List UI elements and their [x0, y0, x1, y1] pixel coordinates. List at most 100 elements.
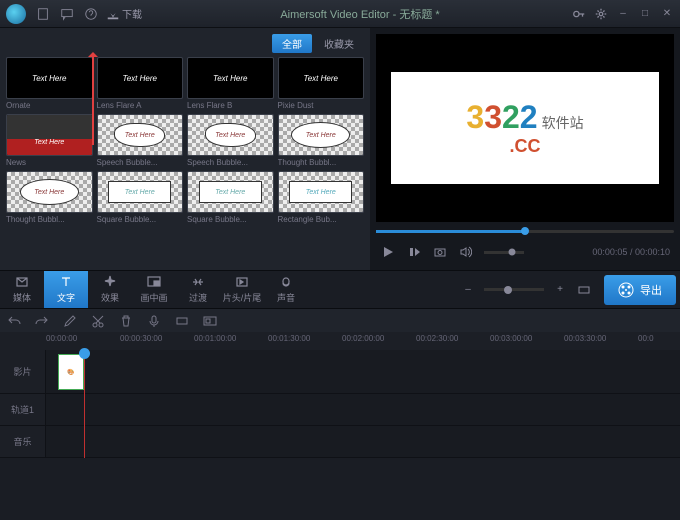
redo-icon[interactable]: [34, 313, 50, 329]
chat-icon[interactable]: [58, 5, 76, 23]
thumb-preview[interactable]: Text Here: [6, 114, 93, 156]
minimize-icon[interactable]: –: [616, 7, 630, 21]
thumb-item[interactable]: Text HereOrnate: [6, 57, 93, 110]
ruler-tick: 00:01:30:00: [268, 334, 310, 343]
time-display: 00:00:05 / 00:00:10: [592, 247, 670, 257]
thumb-item[interactable]: Text Here News: [6, 114, 93, 167]
aspect-icon[interactable]: [202, 313, 218, 329]
lib-tab-all[interactable]: 全部: [272, 34, 312, 53]
thumb-preview[interactable]: Text Here: [278, 171, 365, 213]
preview-panel: 3322软件站 .CC 00:00:05 / 00:00:10: [370, 28, 680, 270]
zoom-out-icon[interactable]: –: [460, 282, 476, 298]
category-label: 画中画: [140, 291, 167, 304]
thumb-item[interactable]: Text HereSquare Bubble...: [97, 171, 184, 224]
zoom-slider[interactable]: [484, 288, 544, 291]
thumb-item[interactable]: Text Here Speech Bubble...: [97, 114, 184, 167]
thumb-preview[interactable]: Text Here: [187, 171, 274, 213]
undo-icon[interactable]: [6, 313, 22, 329]
effect-icon: [103, 275, 117, 289]
thumb-preview[interactable]: Text Here: [6, 171, 93, 213]
volume-slider[interactable]: [484, 251, 524, 254]
pip-icon: [147, 275, 161, 289]
thumb-preview[interactable]: Text Here: [278, 114, 365, 156]
ruler-tick: 00:03:30:00: [564, 334, 606, 343]
download-label: 下载: [122, 6, 142, 21]
lib-tab-favorites[interactable]: 收藏夹: [314, 34, 364, 53]
library-tabs: 全部 收藏夹: [6, 34, 364, 53]
track-video[interactable]: 影片 🎨: [0, 350, 680, 394]
media-icon: [15, 275, 29, 289]
stop-button[interactable]: [406, 244, 422, 260]
thumb-item[interactable]: Text HereThought Bubbl...: [278, 114, 365, 167]
voiceover-icon[interactable]: [146, 313, 162, 329]
category-label: 文字: [57, 291, 75, 304]
thumb-item[interactable]: Text Here Thought Bubbl...: [6, 171, 93, 224]
category-intro[interactable]: 片头/片尾: [220, 271, 264, 308]
snapshot-button[interactable]: [432, 244, 448, 260]
track-1[interactable]: 轨道1: [0, 394, 680, 426]
delete-icon[interactable]: [118, 313, 134, 329]
category-audio[interactable]: 声音: [264, 271, 308, 308]
main-area: 全部 收藏夹 Text HereOrnateText HereLens Flar…: [0, 28, 680, 270]
cut-icon[interactable]: [90, 313, 106, 329]
thumb-preview[interactable]: Text Here: [97, 114, 184, 156]
timeline-ruler[interactable]: 00:00:0000:00:30:0000:01:00:0000:01:30:0…: [0, 332, 680, 350]
settings-icon[interactable]: [594, 7, 608, 21]
fit-icon[interactable]: [576, 282, 592, 298]
thumb-label: Lens Flare A: [97, 101, 184, 110]
video-clip[interactable]: 🎨: [58, 354, 84, 390]
video-viewport[interactable]: 3322软件站 .CC: [376, 34, 674, 222]
thumb-preview[interactable]: Text Here: [278, 57, 365, 99]
thumb-item[interactable]: Text Here Lens Flare B: [187, 57, 274, 110]
category-label: 声音: [277, 291, 295, 304]
volume-button[interactable]: [458, 244, 474, 260]
intro-icon: [235, 275, 249, 289]
thumb-preview[interactable]: Text Here: [97, 171, 184, 213]
thumb-item[interactable]: Text Here Square Bubble...: [187, 171, 274, 224]
ruler-tick: 00:02:30:00: [416, 334, 458, 343]
export-icon: [618, 282, 634, 298]
category-media[interactable]: 媒体: [0, 271, 44, 308]
text-icon: [59, 275, 73, 289]
maximize-icon[interactable]: □: [638, 7, 652, 21]
close-icon[interactable]: ✕: [660, 7, 674, 21]
ruler-tick: 00:00:30:00: [120, 334, 162, 343]
thumb-preview[interactable]: Text Here: [187, 114, 274, 156]
thumb-label: Square Bubble...: [187, 215, 274, 224]
crop-icon[interactable]: [174, 313, 190, 329]
category-pip[interactable]: 画中画: [132, 271, 176, 308]
play-button[interactable]: [380, 244, 396, 260]
category-text[interactable]: 文字: [44, 271, 88, 308]
thumb-preview[interactable]: Text Here: [6, 57, 93, 99]
track-music[interactable]: 音乐: [0, 426, 680, 458]
thumb-item[interactable]: Text HerePixie Dust: [278, 57, 365, 110]
thumbnail-grid: Text HereOrnateText HereLens Flare AText…: [6, 57, 364, 224]
thumb-label: Lens Flare B: [187, 101, 274, 110]
thumb-label: News: [6, 158, 93, 167]
edit-icon[interactable]: [62, 313, 78, 329]
library-panel: 全部 收藏夹 Text HereOrnateText HereLens Flar…: [0, 28, 370, 270]
playhead[interactable]: [84, 350, 85, 458]
thumb-item[interactable]: Text Here Lens Flare A: [97, 57, 184, 110]
thumb-item[interactable]: Text HereSpeech Bubble...: [187, 114, 274, 167]
ruler-tick: 00:00:00: [46, 334, 77, 343]
category-transition[interactable]: 过渡: [176, 271, 220, 308]
thumb-preview[interactable]: Text Here: [187, 57, 274, 99]
thumb-label: Speech Bubble...: [97, 158, 184, 167]
track-label-1: 轨道1: [0, 394, 46, 425]
thumb-preview[interactable]: Text Here: [97, 57, 184, 99]
progress-handle[interactable]: [521, 227, 529, 235]
export-button[interactable]: 导出: [604, 275, 676, 305]
download-icon[interactable]: 下载: [106, 5, 142, 23]
help-icon[interactable]: [82, 5, 100, 23]
file-icon[interactable]: [34, 5, 52, 23]
zoom-in-icon[interactable]: +: [552, 282, 568, 298]
thumb-label: Thought Bubbl...: [6, 215, 93, 224]
category-effect[interactable]: 效果: [88, 271, 132, 308]
transition-icon: [191, 275, 205, 289]
thumb-item[interactable]: Text HereRectangle Bub...: [278, 171, 365, 224]
key-icon[interactable]: [572, 7, 586, 21]
window-controls: – □ ✕: [572, 7, 674, 21]
ruler-tick: 00:02:00:00: [342, 334, 384, 343]
video-progress[interactable]: [376, 228, 674, 234]
